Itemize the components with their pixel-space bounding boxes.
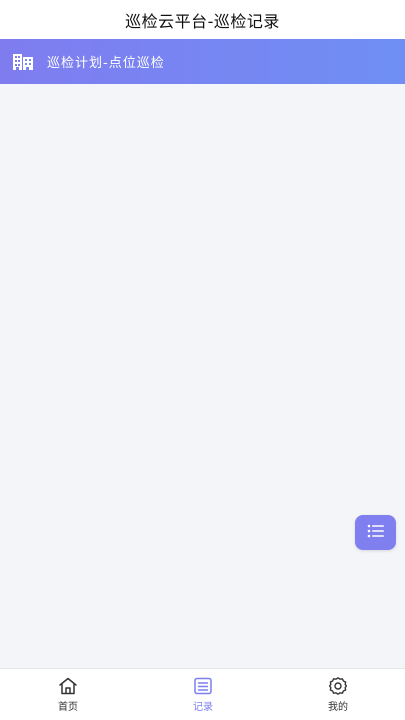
plan-banner[interactable]: 巡检计划-点位巡检 <box>0 39 405 84</box>
gear-icon <box>327 676 349 696</box>
page-title: 巡检云平台-巡检记录 <box>125 11 280 31</box>
title-bar: 巡检云平台-巡检记录 <box>0 0 405 39</box>
home-icon <box>57 676 79 696</box>
tab-mine[interactable]: 我的 <box>308 676 368 718</box>
record-list-area <box>0 84 405 668</box>
tab-record[interactable]: 记录 <box>173 676 233 718</box>
plan-title: 巡检计划-点位巡检 <box>47 56 165 71</box>
list-icon <box>366 523 386 543</box>
building-icon <box>12 52 34 72</box>
list-menu-button[interactable] <box>355 515 396 550</box>
tab-home[interactable]: 首页 <box>38 676 98 718</box>
record-list-icon <box>192 676 214 696</box>
tab-record-label: 记录 <box>193 702 213 713</box>
tab-mine-label: 我的 <box>328 702 348 713</box>
tab-home-label: 首页 <box>58 702 78 713</box>
bottom-tabbar: 首页 记录 我的 <box>0 668 405 720</box>
